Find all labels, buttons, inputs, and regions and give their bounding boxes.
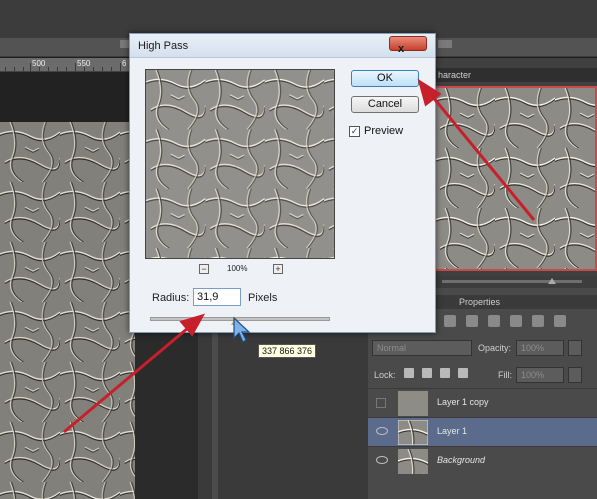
annotation-arrow-to-slider xyxy=(63,326,189,434)
annotation-arrow-to-ok xyxy=(430,95,536,221)
annotation-arrows xyxy=(63,78,536,434)
